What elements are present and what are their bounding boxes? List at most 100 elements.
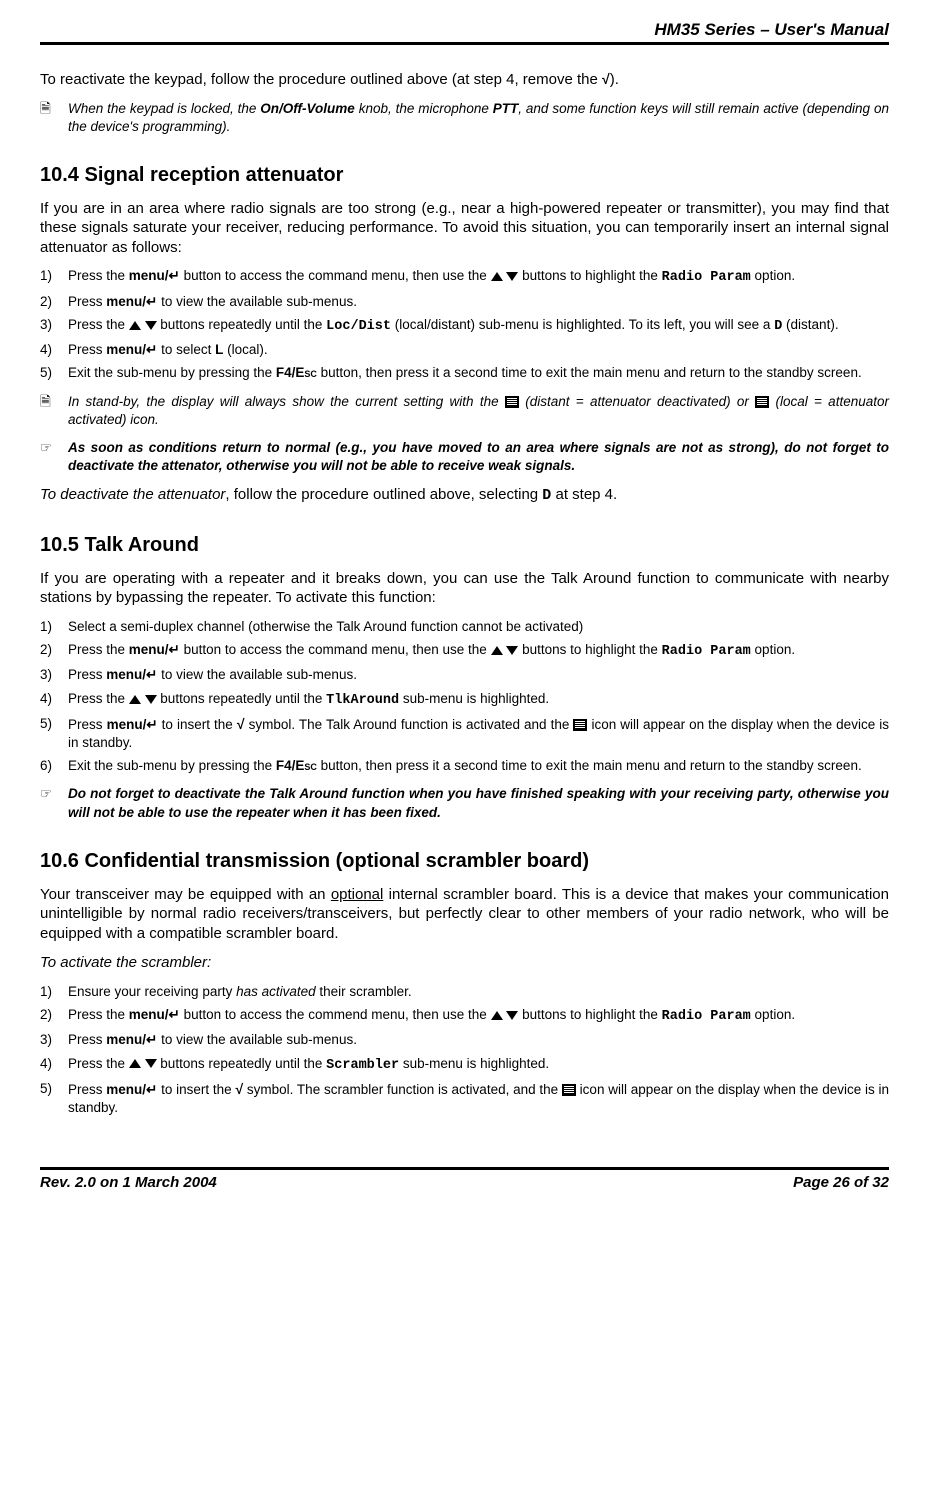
text: F4/E — [276, 758, 305, 773]
footer-page: Page 26 of 32 — [793, 1174, 889, 1191]
num: 2) — [40, 641, 52, 659]
hand-icon: ☞ — [40, 785, 52, 803]
text: When the keypad is locked, the — [68, 101, 260, 116]
num: 2) — [40, 1006, 52, 1024]
text: menu/↵ — [129, 1007, 180, 1022]
down-icon — [506, 1011, 518, 1020]
text: Press — [68, 342, 106, 357]
text: at step 4. — [551, 486, 617, 503]
text: Radio Param — [662, 1009, 751, 1024]
text: button, then press it a second time to e… — [317, 365, 862, 380]
text: menu/↵ — [106, 342, 157, 357]
up-icon — [491, 272, 503, 281]
up-icon — [491, 1011, 503, 1020]
check-icon: √ — [235, 1081, 243, 1097]
s106-list: 1) Ensure your receiving party has activ… — [40, 983, 889, 1117]
text: Ensure your receiving party — [68, 984, 236, 999]
text: To reactivate the keypad, follow the pro… — [40, 71, 602, 88]
text: menu/↵ — [106, 667, 157, 682]
s104-intro: If you are in an area where radio signal… — [40, 199, 889, 258]
num: 1) — [40, 983, 52, 1001]
text: symbol. The Talk Around function is acti… — [245, 717, 574, 732]
text: knob, the microphone — [355, 101, 493, 116]
num: 3) — [40, 1031, 52, 1049]
num: 5) — [40, 715, 52, 733]
text: sub-menu is highlighted. — [399, 1056, 549, 1071]
text: (local/distant) sub-menu is highlighted.… — [391, 317, 774, 332]
text: to view the available sub-menus. — [157, 294, 357, 309]
text: sub-menu is highlighted. — [399, 691, 549, 706]
up-icon — [129, 321, 141, 330]
text: To activate the scrambler — [40, 954, 207, 971]
up-icon — [129, 695, 141, 704]
text: optional — [331, 886, 384, 903]
list-item: 2) Press the menu/↵ button to access the… — [40, 641, 889, 661]
warn-deactivate-talkaround: ☞ Do not forget to deactivate the Talk A… — [40, 785, 889, 821]
footer-rev: Rev. 2.0 on 1 March 2004 — [40, 1174, 217, 1191]
text: Radio Param — [662, 270, 751, 285]
heading-10-5: 10.5 Talk Around — [40, 534, 889, 557]
page: HM35 Series – User's Manual To reactivat… — [0, 0, 929, 1201]
list-item: 1) Press the menu/↵ button to access the… — [40, 267, 889, 287]
text: Press — [68, 667, 106, 682]
text: Press — [68, 717, 107, 732]
text: menu/↵ — [129, 268, 180, 283]
text: to view the available sub-menus. — [157, 667, 357, 682]
num: 3) — [40, 666, 52, 684]
num: 5) — [40, 364, 52, 382]
text: sc — [304, 758, 317, 773]
heading-10-6: 10.6 Confidential transmission (optional… — [40, 850, 889, 873]
text: button to access the command menu, then … — [180, 268, 491, 283]
list-item: 3) Press menu/↵ to view the available su… — [40, 666, 889, 684]
check-icon: √ — [237, 716, 245, 732]
num: 3) — [40, 316, 52, 334]
list-item: 3) Press the buttons repeatedly until th… — [40, 316, 889, 336]
text: button to access the commend menu, then … — [180, 1007, 491, 1022]
list-item: 2) Press the menu/↵ button to access the… — [40, 1006, 889, 1026]
text: symbol. The scrambler function is activa… — [243, 1082, 562, 1097]
page-footer: Rev. 2.0 on 1 March 2004 Page 26 of 32 — [40, 1167, 889, 1191]
scrambler-icon — [562, 1084, 576, 1096]
text: (local). — [223, 342, 267, 357]
text: Press the — [68, 1056, 129, 1071]
text: Press the — [68, 317, 129, 332]
num: 6) — [40, 757, 52, 775]
num: 5) — [40, 1080, 52, 1098]
list-item: 4) Press the buttons repeatedly until th… — [40, 1055, 889, 1075]
note-icon: 🗎 — [40, 100, 51, 118]
text: D — [542, 487, 551, 504]
check-icon: √ — [602, 71, 610, 87]
list-item: 1) Select a semi-duplex channel (otherwi… — [40, 618, 889, 636]
text: Press the — [68, 268, 129, 283]
text: menu/↵ — [107, 717, 158, 732]
text: button to access the command menu, then … — [180, 642, 491, 657]
text: menu/↵ — [106, 294, 157, 309]
page-header: HM35 Series – User's Manual — [40, 20, 889, 45]
text: to insert the — [157, 1082, 235, 1097]
s104-outro: To deactivate the attenuator, follow the… — [40, 485, 889, 506]
note-keypad-locked: 🗎 When the keypad is locked, the On/Off-… — [40, 100, 889, 136]
note-standby-display: 🗎 In stand-by, the display will always s… — [40, 393, 889, 429]
list-item: 4) Press the buttons repeatedly until th… — [40, 690, 889, 710]
hand-icon: ☞ — [40, 439, 52, 457]
local-icon — [755, 396, 769, 408]
s105-intro: If you are operating with a repeater and… — [40, 569, 889, 608]
distant-icon — [505, 396, 519, 408]
s106-intro: Your transceiver may be equipped with an… — [40, 885, 889, 944]
text: sc — [304, 365, 317, 380]
text: Loc/Dist — [326, 319, 391, 334]
text: to insert the — [158, 717, 237, 732]
text: menu/↵ — [129, 642, 180, 657]
text: F4/E — [276, 365, 305, 380]
text: buttons repeatedly until the — [157, 1056, 327, 1071]
num: 1) — [40, 267, 52, 285]
text: menu/↵ — [106, 1032, 157, 1047]
text: buttons to highlight the — [518, 642, 661, 657]
text: buttons repeatedly until the — [157, 317, 327, 332]
text: As soon as conditions return to normal (… — [68, 440, 889, 473]
num: 1) — [40, 618, 52, 636]
list-item: 5) Press menu/↵ to insert the √ symbol. … — [40, 1080, 889, 1117]
text: option. — [751, 1007, 795, 1022]
text: TlkAround — [326, 693, 399, 708]
down-icon — [145, 695, 157, 704]
